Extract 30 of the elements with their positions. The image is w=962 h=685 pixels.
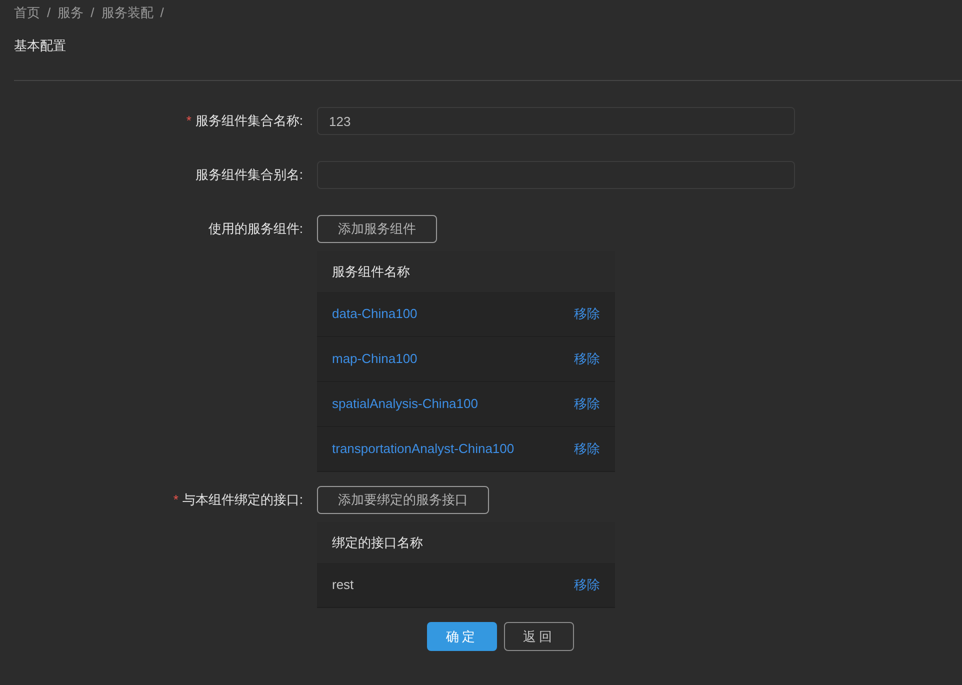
breadcrumb-separator: / (47, 4, 51, 22)
remove-link[interactable]: 移除 (574, 394, 600, 414)
remove-link[interactable]: 移除 (574, 304, 600, 324)
component-link[interactable]: transportationAnalyst-China100 (332, 439, 514, 459)
table-cell-text: rest (332, 576, 354, 594)
required-mark: * (173, 491, 178, 510)
add-button[interactable]: 添加要绑定的服务接口 (317, 486, 489, 514)
remove-link[interactable]: 移除 (574, 349, 600, 369)
remove-link[interactable]: 移除 (574, 439, 600, 459)
breadcrumb-link[interactable]: 服务 (58, 3, 84, 23)
component-link[interactable]: spatialAnalysis-China100 (332, 394, 478, 414)
confirm-button[interactable]: 确定 (427, 622, 497, 651)
breadcrumb-link[interactable]: 首页 (14, 3, 40, 23)
breadcrumb-separator: / (90, 4, 94, 22)
component-link[interactable]: data-China100 (332, 304, 418, 324)
add-button[interactable]: 添加服务组件 (317, 215, 437, 243)
required-mark: * (186, 112, 192, 130)
breadcrumb-link[interactable]: 服务装配 (101, 3, 154, 23)
field-label: 服务组件集合名称: (195, 112, 303, 130)
remove-link[interactable]: 移除 (574, 575, 600, 595)
breadcrumb-separator: / (160, 4, 164, 22)
field-label: 使用的服务组件: (208, 220, 303, 238)
column-header: 绑定的接口名称 (332, 534, 423, 552)
field-label: 服务组件集合别名: (195, 166, 303, 184)
field-label: 与本组件绑定的接口: (182, 491, 303, 510)
back-button[interactable]: 返回 (504, 622, 574, 651)
section-title: 基本配置 (14, 38, 66, 53)
text-field[interactable]: 123 (317, 107, 795, 135)
column-header: 服务组件名称 (332, 262, 410, 281)
component-link[interactable]: map-China100 (332, 349, 418, 369)
